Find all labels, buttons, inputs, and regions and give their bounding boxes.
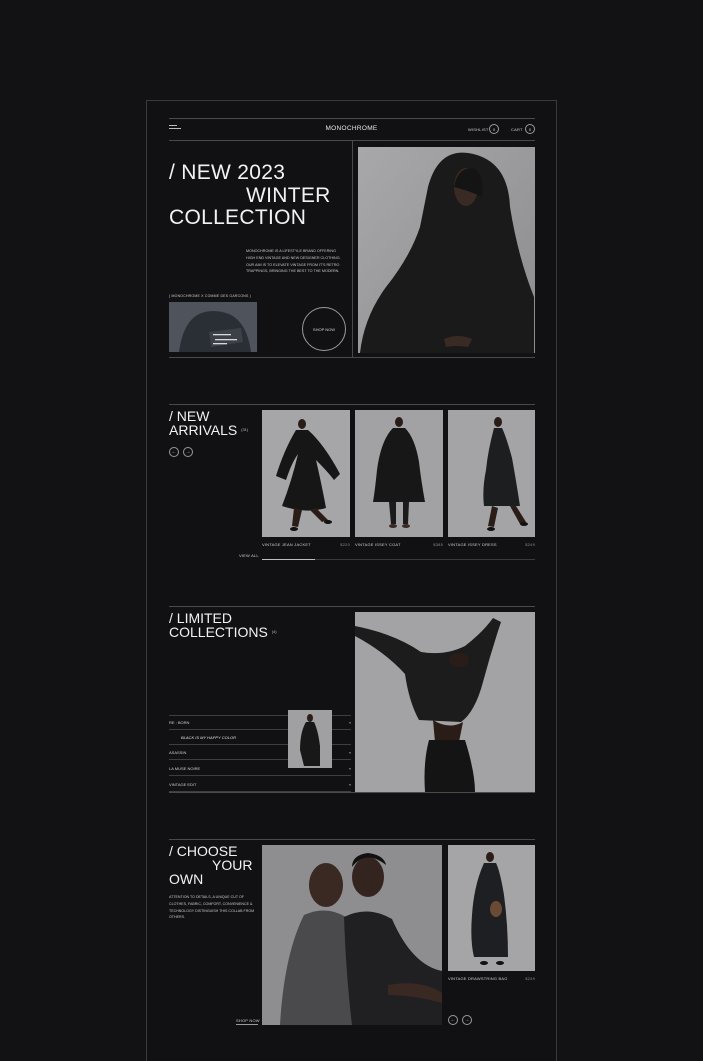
arrivals-title-line1: / NEW: [169, 408, 210, 424]
collection-row-vintage-edit[interactable]: VINTAGE EDIT »: [169, 777, 351, 792]
view-all-link[interactable]: VIEW ALL: [239, 553, 259, 558]
product-image-issey-coat[interactable]: [355, 410, 443, 537]
choose-title-line3: OWN: [169, 871, 204, 887]
collection-name: BLACK IS MY HAPPY COLOR: [181, 734, 236, 740]
collection-name: LA MUSE NOIRE: [169, 765, 201, 771]
choose-prev-button[interactable]: ←: [448, 1015, 458, 1025]
choose-description: ATTENTION TO DETAILS, A UNIQUE CUT OF CL…: [169, 895, 255, 920]
arrivals-prev-button[interactable]: ←: [169, 447, 179, 457]
choose-title-line2: YOUR: [212, 857, 253, 873]
limited-title-line2: COLLECTIONS (4): [169, 625, 277, 639]
arrivals-title-text: ARRIVALS: [169, 422, 238, 438]
product-card-2[interactable]: VINTAGE ISSEY COAT $385: [355, 542, 443, 547]
hero-description: MONOCHROME IS A LIFESTYLE BRAND OFFERING…: [246, 249, 341, 274]
hero-divider: [352, 141, 353, 357]
drawstring-bag-image[interactable]: [448, 845, 535, 971]
arrivals-next-button[interactable]: →: [183, 447, 193, 457]
product-price: $249: [525, 542, 535, 547]
hero-title-line1: / NEW 2023: [169, 161, 286, 184]
arrow-left-icon: ←: [450, 1017, 456, 1023]
limited-count: (4): [271, 629, 277, 634]
choose-next-button[interactable]: →: [462, 1015, 472, 1025]
cart-count: 0: [528, 126, 532, 132]
cart-link[interactable]: CART: [511, 127, 523, 132]
choose-shop-now-link[interactable]: SHOP NOW: [236, 1018, 260, 1023]
arrivals-title-line2: ARRIVALS (31): [169, 423, 248, 437]
collection-name: VINTAGE EDIT: [169, 781, 197, 787]
limited-title-text: COLLECTIONS: [169, 624, 268, 640]
product-price: $385: [433, 542, 443, 547]
wishlist-link[interactable]: WISHLIST: [468, 127, 489, 132]
arrow-right-icon: →: [464, 1017, 470, 1023]
bag-product-card[interactable]: VINTAGE DRAWSTRING BAG $249: [448, 976, 535, 981]
collection-name: RE : BORN: [169, 719, 190, 725]
shop-now-underline: [236, 1024, 258, 1025]
hero-model-image[interactable]: [358, 147, 535, 353]
choose-models-image[interactable]: [262, 845, 442, 1025]
hero-shop-now-label: SHOP NOW: [312, 326, 336, 332]
arrivals-top-rule: [169, 404, 535, 405]
cart-count-badge[interactable]: 0: [525, 124, 535, 134]
chevron-right-icon: »: [348, 765, 351, 771]
limited-collection-image[interactable]: [355, 612, 535, 792]
collab-label: ( MONOCHROME X COMME DES GARCONS ): [169, 294, 252, 298]
header-top-rule: [169, 118, 535, 119]
product-name: VINTAGE JEAN JACKET: [262, 542, 311, 547]
product-card-1[interactable]: VINTAGE JEAN JACKET $220: [262, 542, 350, 547]
arrow-right-icon: →: [185, 449, 191, 455]
chevron-right-icon: »: [348, 781, 351, 787]
product-image-issey-dress[interactable]: [448, 410, 535, 537]
arrow-left-icon: ←: [171, 449, 177, 455]
hero-shop-now-button[interactable]: SHOP NOW: [302, 307, 346, 351]
product-name: VINTAGE ISSEY COAT: [355, 542, 401, 547]
carousel-progress: [262, 559, 315, 560]
limited-bottom-rule: [169, 792, 535, 793]
product-name: VINTAGE DRAWSTRING BAG: [448, 976, 508, 981]
choose-title-line1: / CHOOSE: [169, 843, 238, 859]
product-price: $249: [525, 976, 535, 981]
choose-top-rule: [169, 839, 535, 840]
collection-preview-image: [288, 710, 332, 768]
wishlist-count: 0: [492, 126, 496, 132]
product-card-3[interactable]: VINTAGE ISSEY DRESS $249: [448, 542, 535, 547]
product-image-jean-jacket[interactable]: [262, 410, 350, 537]
product-name: VINTAGE ISSEY DRESS: [448, 542, 497, 547]
collab-jacket-image[interactable]: [169, 302, 257, 352]
limited-title-line1: / LIMITED: [169, 610, 233, 626]
hero-title-line2: WINTER: [246, 184, 331, 207]
arrivals-count: (31): [241, 427, 249, 432]
limited-top-rule: [169, 606, 535, 607]
hero-title-line3: COLLECTION: [169, 206, 307, 229]
wishlist-count-badge[interactable]: 0: [489, 124, 499, 134]
product-price: $220: [340, 542, 350, 547]
chevron-right-icon: »: [348, 719, 351, 725]
page-frame: MONOCHROME WISHLIST 0 CART 0 / NEW 2023 …: [146, 100, 557, 1061]
collection-name: ASASSIN: [169, 749, 187, 755]
hero-bottom-rule: [169, 357, 535, 358]
chevron-right-icon: »: [348, 749, 351, 755]
